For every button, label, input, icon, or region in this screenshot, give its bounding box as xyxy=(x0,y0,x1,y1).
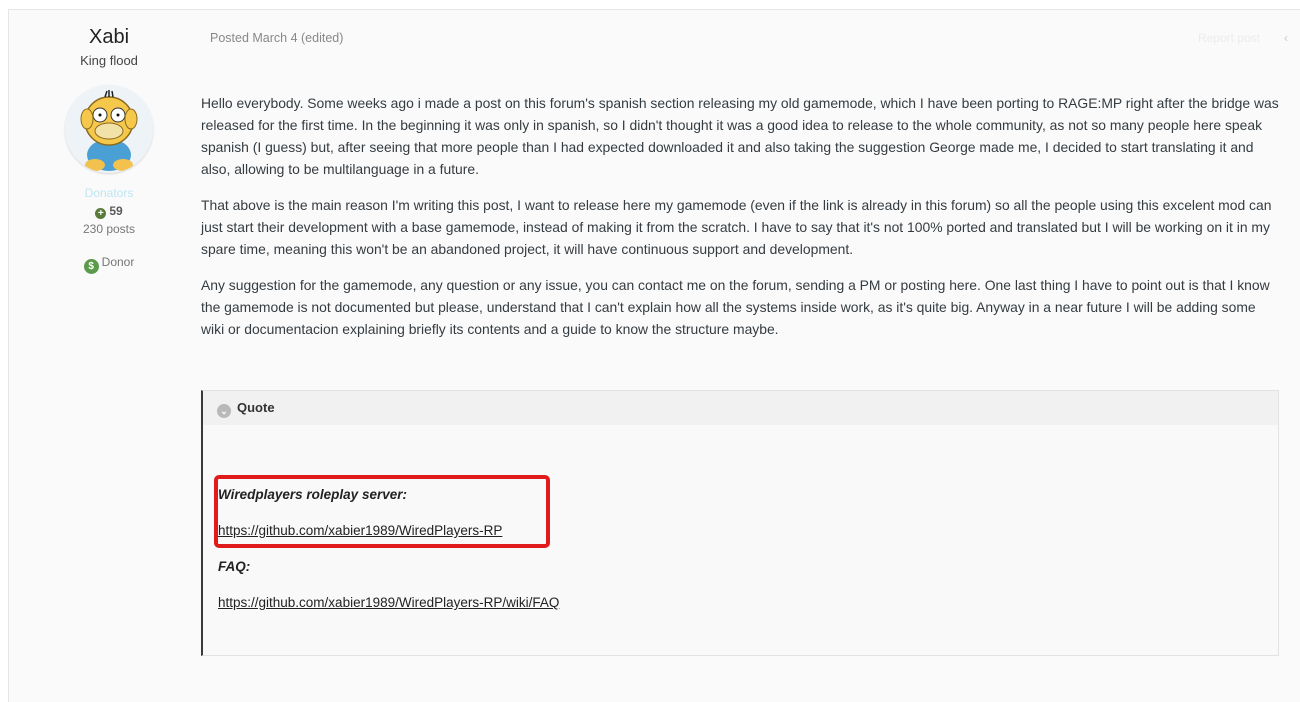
avatar[interactable] xyxy=(65,85,153,173)
donor-badge: $ Donor xyxy=(9,255,209,274)
quote-header[interactable]: ⌄ Quote xyxy=(203,391,1278,425)
report-post-link[interactable]: Report post xyxy=(1198,31,1260,45)
quote-title: Quote xyxy=(237,400,275,415)
reputation-value: 59 xyxy=(109,204,123,218)
paragraph: Any suggestion for the gamemode, any que… xyxy=(201,277,1270,337)
post-count: 230 posts xyxy=(82,222,136,236)
author-name[interactable]: Xabi xyxy=(9,26,209,49)
reputation: +59 xyxy=(9,204,209,219)
faq-label: FAQ: xyxy=(218,559,251,574)
share-icon[interactable]: ‹ xyxy=(1284,31,1288,45)
paragraph: Hello everybody. Some weeks ago i made a… xyxy=(201,95,1279,177)
paragraph: That above is the main reason I'm writin… xyxy=(201,197,1272,257)
author-title: King flood xyxy=(80,53,138,68)
plus-circle-icon: + xyxy=(95,208,107,219)
psyduck-avatar-image xyxy=(65,85,153,173)
badge-label: Donor xyxy=(101,255,135,269)
post-meta[interactable]: Posted March 4 (edited) xyxy=(210,31,343,45)
post-body: Hello everybody. Some weeks ago i made a… xyxy=(201,92,1281,354)
member-group: Donators xyxy=(84,186,134,200)
chevron-down-icon[interactable]: ⌄ xyxy=(217,404,231,418)
dollar-circle-icon: $ xyxy=(83,259,99,274)
faq-link[interactable]: https://github.com/xabier1989/WiredPlaye… xyxy=(218,595,559,610)
red-highlight-box xyxy=(214,475,550,548)
